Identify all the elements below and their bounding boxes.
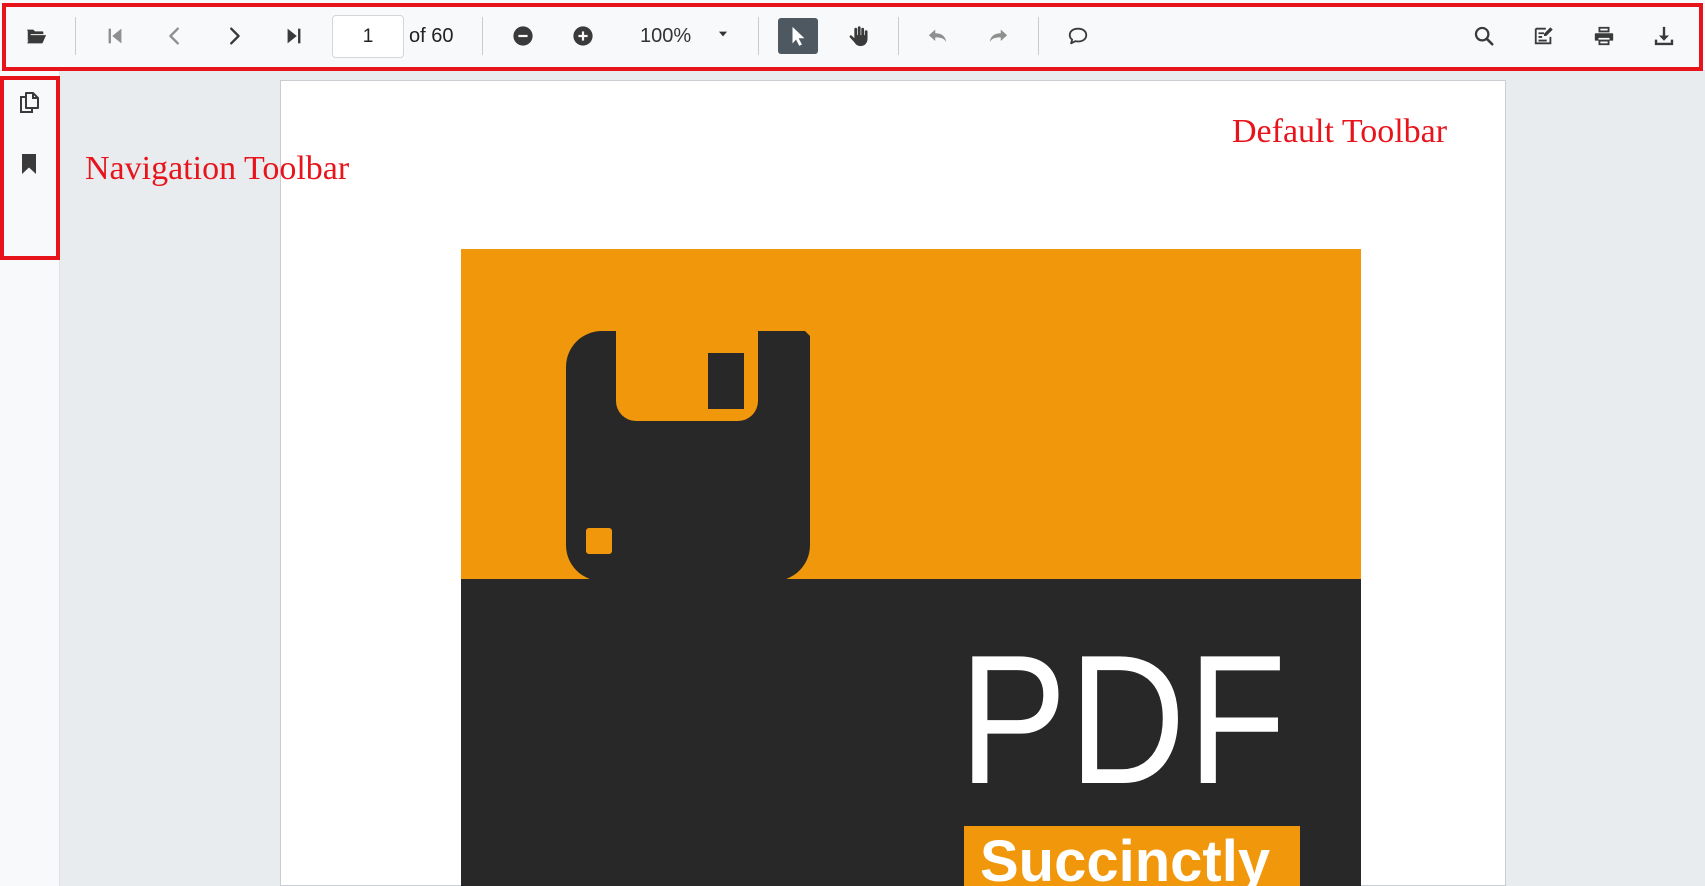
text-selection-tool-button[interactable] — [778, 18, 818, 54]
hand-icon — [849, 26, 868, 47]
previous-page-button[interactable] — [155, 18, 195, 54]
cover-title: PDF — [959, 616, 1289, 822]
annotation-edit-button[interactable] — [1524, 18, 1564, 54]
toolbar-separator — [482, 17, 483, 55]
undo-button[interactable] — [918, 18, 958, 54]
main-toolbar: of 60 100% — [0, 0, 1705, 71]
chevron-right-icon — [230, 27, 240, 45]
toolbar-separator — [1038, 17, 1039, 55]
bookmark-icon — [22, 154, 36, 174]
search-icon — [1474, 26, 1494, 46]
download-button[interactable] — [1644, 18, 1684, 54]
toolbar-separator — [898, 17, 899, 55]
zoom-value: 100% — [640, 24, 692, 47]
default-toolbar-callout: Default Toolbar — [1232, 113, 1448, 150]
zoom-out-button[interactable] — [503, 18, 543, 54]
print-icon — [1594, 26, 1614, 46]
comment-button[interactable] — [1058, 18, 1098, 54]
redo-icon — [989, 29, 1008, 42]
download-icon — [1654, 26, 1674, 46]
toolbar-separator — [758, 17, 759, 55]
first-page-icon — [108, 28, 122, 44]
page-count-label: of 60 — [409, 25, 454, 47]
open-file-button[interactable] — [16, 18, 56, 54]
cursor-arrow-icon — [792, 26, 805, 46]
undo-icon — [928, 29, 947, 42]
chevron-left-icon — [169, 27, 179, 45]
search-button[interactable] — [1464, 18, 1504, 54]
print-button[interactable] — [1584, 18, 1624, 54]
annotation-edit-icon — [1534, 27, 1553, 45]
cover-badge: Succinctly — [964, 826, 1300, 886]
page-thumbnails-button[interactable] — [12, 85, 46, 119]
first-page-button[interactable] — [95, 18, 135, 54]
chevron-down-icon — [716, 27, 730, 46]
zoom-in-button[interactable] — [563, 18, 603, 54]
toolbar-separator — [75, 17, 76, 55]
book-cover-image: PDF Succinctly — [461, 249, 1361, 886]
next-page-button[interactable] — [214, 18, 254, 54]
cover-badge-text: Succinctly — [980, 829, 1271, 886]
pan-tool-button[interactable] — [838, 18, 878, 54]
last-page-icon — [287, 28, 301, 44]
page-thumbnails-icon — [20, 92, 39, 113]
navigation-toolbar — [0, 71, 60, 886]
zoom-dropdown[interactable]: 100% — [624, 18, 736, 54]
folder-open-icon — [26, 29, 47, 44]
zoom-out-icon — [513, 26, 533, 46]
zoom-in-icon — [573, 26, 593, 46]
floppy-disk-icon — [566, 331, 810, 581]
navigation-toolbar-callout: Navigation Toolbar — [85, 150, 350, 187]
page-number-input[interactable] — [332, 15, 404, 58]
last-page-button[interactable] — [274, 18, 314, 54]
bookmarks-button[interactable] — [12, 147, 46, 181]
comment-icon — [1068, 27, 1088, 45]
redo-button[interactable] — [978, 18, 1018, 54]
